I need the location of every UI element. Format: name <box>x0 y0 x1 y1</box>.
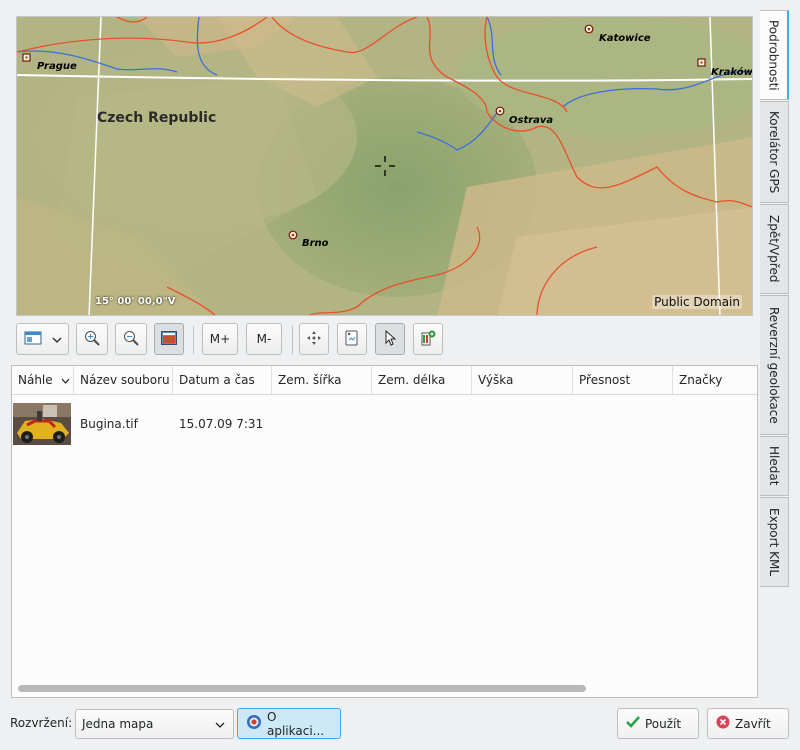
overview-map-icon <box>161 330 177 348</box>
city-label: Ostrava <box>509 115 553 126</box>
image-thumbnail <box>13 403 71 445</box>
chevron-down-icon <box>52 332 62 346</box>
add-marker-button[interactable] <box>413 323 443 355</box>
chevron-down-icon <box>215 710 225 738</box>
map-view[interactable]: Prague Katowice Kraków Ostrava Brno Czec… <box>16 16 753 316</box>
column-header-altitude[interactable]: Výška <box>472 366 573 395</box>
layout-select[interactable]: Jedna mapa <box>75 709 234 739</box>
city-label: Brno <box>302 238 329 249</box>
city-label: Prague <box>37 61 77 72</box>
zoom-out-icon <box>123 330 139 349</box>
close-button[interactable]: Zavřít <box>707 708 789 739</box>
center-button[interactable] <box>299 323 329 355</box>
m-plus-label: M+ <box>209 332 231 346</box>
close-icon <box>716 715 730 732</box>
horizontal-scrollbar[interactable] <box>18 685 586 692</box>
zoom-in-button[interactable] <box>76 323 108 355</box>
map-attribution: Public Domain <box>652 295 742 309</box>
checkmark-icon <box>626 716 640 731</box>
map-canvas: Prague Katowice Kraków Ostrava Brno Czec… <box>17 17 753 315</box>
apply-button[interactable]: Použít <box>617 708 699 739</box>
tab-details[interactable]: Podrobnosti <box>760 10 789 100</box>
map-toolbar: M+ M- <box>16 323 753 357</box>
tab-search[interactable]: Hledat <box>760 436 789 496</box>
city-label: Kraków <box>711 66 753 78</box>
about-button[interactable]: O aplikaci... <box>237 708 341 739</box>
center-icon <box>306 330 322 349</box>
tab-kml-export[interactable]: Export KML <box>760 497 789 587</box>
city-label: Katowice <box>599 33 651 44</box>
cell-datetime: 15.07.09 7:31 <box>179 417 264 431</box>
column-header-accuracy[interactable]: Přesnost <box>573 366 673 395</box>
map-view-icon <box>24 330 42 349</box>
layout-label: Rozvržení: <box>10 716 73 730</box>
tab-undo-redo[interactable]: Zpět/Vpřed <box>760 204 789 294</box>
zoom-in-icon <box>84 330 100 349</box>
zoom-out-button[interactable] <box>115 323 147 355</box>
app-logo-icon <box>246 714 262 733</box>
remove-marker-m-button[interactable]: M- <box>246 323 282 355</box>
table-row[interactable]: Bugina.tif 15.07.09 7:31 <box>12 400 757 448</box>
column-header-tags[interactable]: Značky <box>673 366 757 395</box>
pointer-button[interactable] <box>375 323 405 355</box>
country-label: Czech Republic <box>97 110 216 126</box>
tab-gps-correlator[interactable]: Korelátor GPS <box>760 101 789 203</box>
bottom-bar: Rozvržení: Jedna mapa O aplikaci... Použ… <box>0 705 800 745</box>
tab-reverse-geolocation[interactable]: Reverzní geolokace <box>760 295 789 435</box>
pointer-icon <box>383 329 397 349</box>
overview-map-button[interactable] <box>154 323 184 355</box>
m-minus-label: M- <box>256 332 272 346</box>
column-header-longitude[interactable]: Zem. délka <box>372 366 472 395</box>
column-header-datetime[interactable]: Datum a čas <box>173 366 272 395</box>
table-header: Náhle Název souboru Datum a čas Zem. šíř… <box>12 366 757 395</box>
layout-select-value: Jedna mapa <box>82 717 154 731</box>
bookmark-button[interactable] <box>337 323 367 355</box>
map-view-dropdown[interactable] <box>16 323 69 355</box>
sort-chevron-down-icon <box>61 366 70 395</box>
add-marker-m-button[interactable]: M+ <box>202 323 238 355</box>
cell-filename: Bugina.tif <box>80 417 138 431</box>
column-header-latitude[interactable]: Zem. šířka <box>272 366 372 395</box>
image-list[interactable]: Náhle Název souboru Datum a čas Zem. šíř… <box>11 365 758 698</box>
add-marker-icon <box>419 330 437 349</box>
bookmark-icon <box>344 330 360 349</box>
map-coordinates: 15° 00' 00,0"V <box>95 296 176 307</box>
column-header-thumbnail[interactable]: Náhle <box>12 366 74 395</box>
column-header-filename[interactable]: Název souboru <box>74 366 173 395</box>
